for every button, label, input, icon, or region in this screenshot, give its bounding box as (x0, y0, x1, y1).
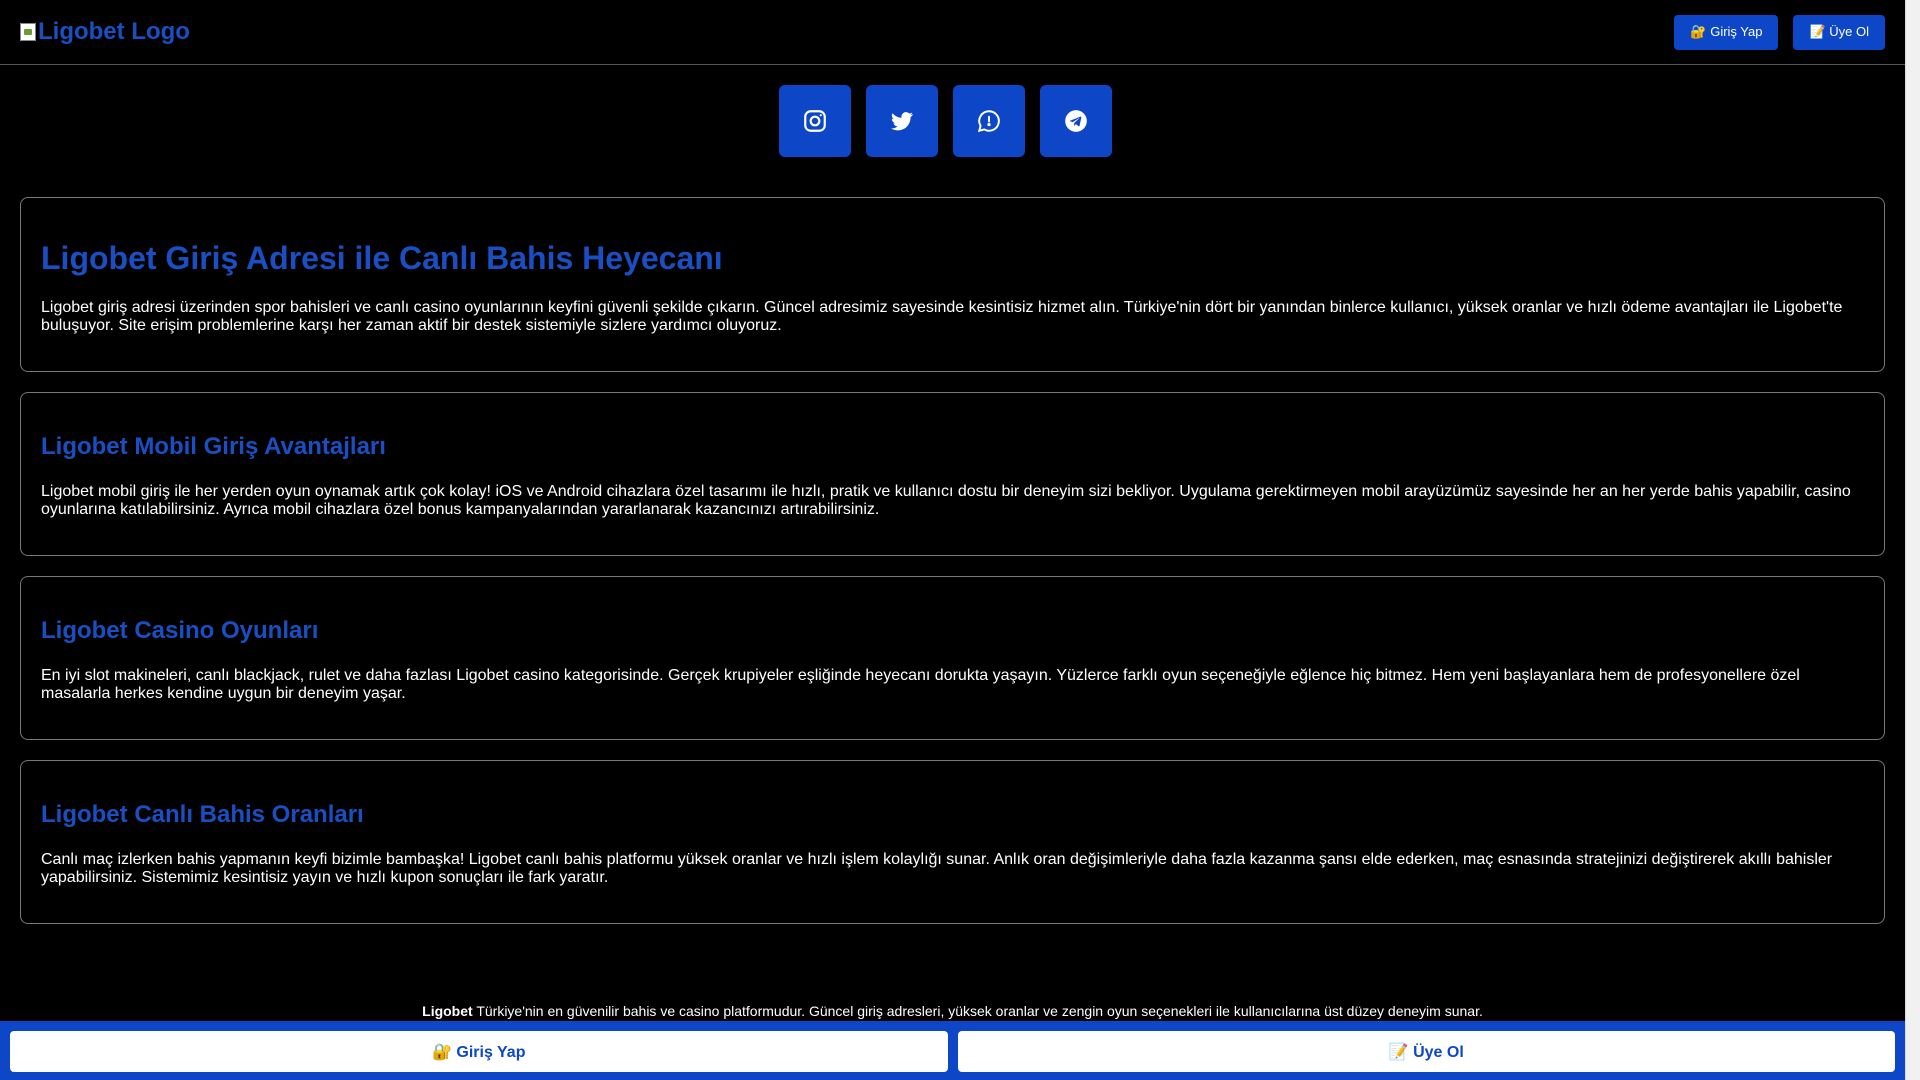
section-title: Ligobet Casino Oyunları (41, 617, 319, 644)
article-sections: Ligobet Giriş Adresi ile Canlı Bahis Hey… (0, 197, 1905, 924)
section-title: Ligobet Mobil Giriş Avantajları (41, 433, 386, 460)
whatsapp-icon (977, 110, 1000, 133)
social-links (0, 85, 1905, 157)
bottom-action-bar: 🔐 Giriş Yap 📝 Üye Ol (0, 1021, 1905, 1080)
footer-description: Türkiye'nin en güvenilir bahis ve casino… (472, 1003, 1483, 1019)
telegram-link[interactable] (1039, 85, 1112, 157)
section-card: Ligobet Canlı Bahis Oranları Canlı maç i… (20, 760, 1885, 924)
section-title: Ligobet Canlı Bahis Oranları (41, 801, 364, 828)
whatsapp-link[interactable] (952, 85, 1025, 157)
page: Ligobet Logo 🔐 Giriş Yap 📝 Üye Ol Ligobe… (0, 0, 1920, 1080)
footer-text: Ligobet Türkiye'nin en güvenilir bahis v… (0, 1003, 1905, 1019)
section-text: En iyi slot makineleri, canlı blackjack,… (41, 667, 1800, 702)
bottom-login-button[interactable]: 🔐 Giriş Yap (10, 1031, 948, 1072)
section-title: Ligobet Giriş Adresi ile Canlı Bahis Hey… (41, 240, 723, 276)
footer-brand: Ligobet (422, 1003, 473, 1019)
twitter-icon (890, 112, 913, 131)
broken-image-icon (20, 23, 36, 41)
section-text: Ligobet mobil giriş ile her yerden oyun … (41, 483, 1851, 518)
header: Ligobet Logo 🔐 Giriş Yap 📝 Üye Ol (0, 0, 1905, 65)
instagram-link[interactable] (778, 85, 851, 157)
bottom-register-button[interactable]: 📝 Üye Ol (957, 1031, 1895, 1072)
section-card: Ligobet Mobil Giriş Avantajları Ligobet … (20, 392, 1885, 556)
main-content: Ligobet Logo 🔐 Giriş Yap 📝 Üye Ol Ligobe… (0, 0, 1905, 1080)
instagram-icon (803, 110, 826, 132)
telegram-icon (1064, 110, 1087, 132)
logo-alt-text: Ligobet Logo (38, 18, 190, 45)
section-card: Ligobet Casino Oyunları En iyi slot maki… (20, 576, 1885, 740)
section-card: Ligobet Giriş Adresi ile Canlı Bahis Hey… (20, 197, 1885, 372)
vertical-scrollbar[interactable] (1905, 0, 1920, 1080)
section-text: Canlı maç izlerken bahis yapmanın keyfi … (41, 851, 1833, 886)
logo-link[interactable]: Ligobet Logo (20, 18, 190, 46)
section-text: Ligobet giriş adresi üzerinden spor bahi… (41, 299, 1843, 334)
header-login-button[interactable]: 🔐 Giriş Yap (1674, 14, 1779, 50)
header-register-button[interactable]: 📝 Üye Ol (1793, 14, 1885, 50)
twitter-link[interactable] (865, 85, 938, 157)
header-actions: 🔐 Giriş Yap 📝 Üye Ol (1674, 14, 1885, 50)
